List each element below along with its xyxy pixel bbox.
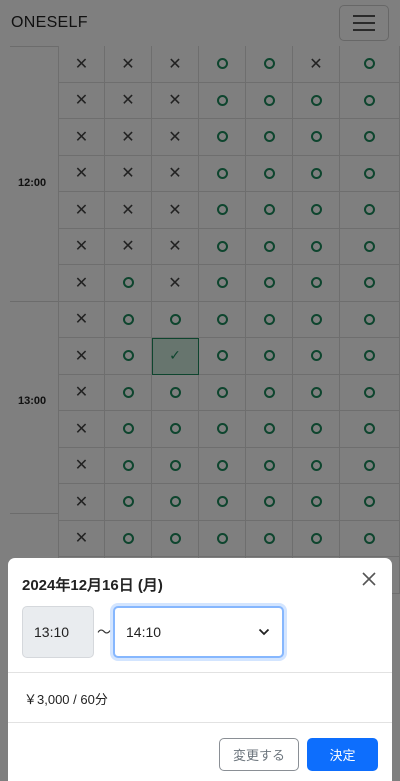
range-separator: 〜	[97, 625, 111, 641]
price-text: ￥3,000 / 60分	[24, 692, 108, 707]
booking-modal: 2024年12月16日 (月) 13:10 〜 14:10 ￥3,000 / 6…	[8, 558, 392, 781]
end-time-select[interactable]: 14:10	[113, 606, 284, 658]
divider	[8, 672, 392, 673]
modal-title: 2024年12月16日 (月)	[22, 577, 163, 594]
time-range: 13:10 〜 14:10	[22, 606, 284, 658]
modal-header: 2024年12月16日 (月)	[8, 558, 392, 606]
divider	[8, 722, 392, 723]
change-button[interactable]: 変更する	[219, 738, 299, 771]
start-time-field: 13:10	[22, 606, 94, 658]
end-time-value: 14:10	[126, 624, 162, 640]
start-time-value: 13:10	[34, 624, 70, 640]
close-icon	[362, 572, 376, 586]
chevron-down-icon	[258, 628, 270, 636]
close-button[interactable]	[358, 568, 380, 590]
confirm-button[interactable]: 決定	[307, 738, 378, 771]
